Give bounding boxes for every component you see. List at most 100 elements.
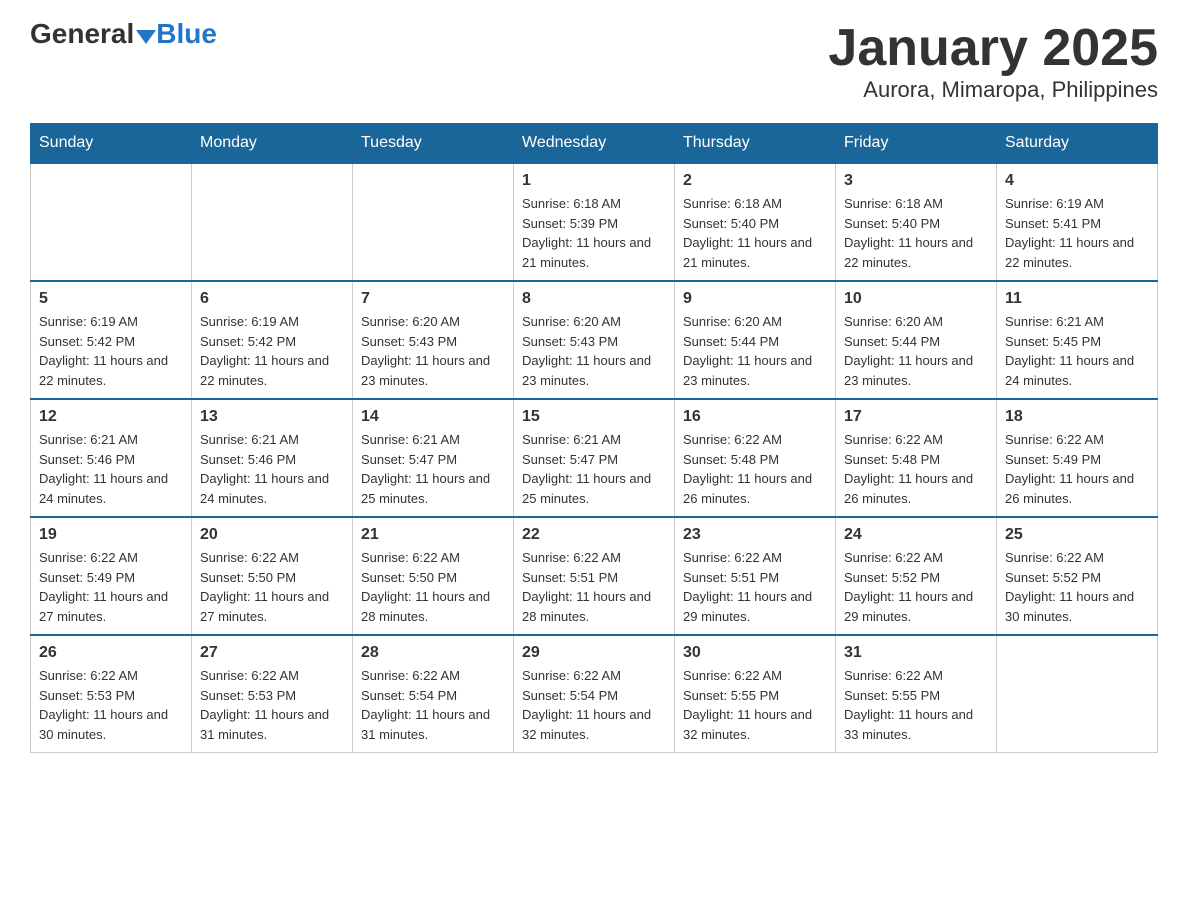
calendar-cell [997,635,1158,753]
day-info: Sunrise: 6:22 AMSunset: 5:55 PMDaylight:… [683,668,812,742]
calendar-cell: 23 Sunrise: 6:22 AMSunset: 5:51 PMDaylig… [675,517,836,635]
calendar-cell: 11 Sunrise: 6:21 AMSunset: 5:45 PMDaylig… [997,281,1158,399]
calendar-table: Sunday Monday Tuesday Wednesday Thursday… [30,123,1158,753]
day-number: 12 [39,408,183,426]
day-number: 5 [39,290,183,308]
day-info: Sunrise: 6:21 AMSunset: 5:47 PMDaylight:… [361,432,490,506]
day-info: Sunrise: 6:20 AMSunset: 5:44 PMDaylight:… [683,314,812,388]
day-number: 25 [1005,526,1149,544]
day-info: Sunrise: 6:22 AMSunset: 5:53 PMDaylight:… [39,668,168,742]
calendar-cell: 15 Sunrise: 6:21 AMSunset: 5:47 PMDaylig… [514,399,675,517]
calendar-cell: 26 Sunrise: 6:22 AMSunset: 5:53 PMDaylig… [31,635,192,753]
calendar-body: 1 Sunrise: 6:18 AMSunset: 5:39 PMDayligh… [31,163,1158,753]
day-number: 22 [522,526,666,544]
day-number: 21 [361,526,505,544]
logo-general-text: General [30,20,134,48]
calendar-cell: 30 Sunrise: 6:22 AMSunset: 5:55 PMDaylig… [675,635,836,753]
day-number: 7 [361,290,505,308]
calendar-cell: 10 Sunrise: 6:20 AMSunset: 5:44 PMDaylig… [836,281,997,399]
day-info: Sunrise: 6:22 AMSunset: 5:48 PMDaylight:… [683,432,812,506]
calendar-cell: 16 Sunrise: 6:22 AMSunset: 5:48 PMDaylig… [675,399,836,517]
calendar-subtitle: Aurora, Mimaropa, Philippines [828,77,1158,103]
day-info: Sunrise: 6:22 AMSunset: 5:51 PMDaylight:… [683,550,812,624]
calendar-cell: 28 Sunrise: 6:22 AMSunset: 5:54 PMDaylig… [353,635,514,753]
day-number: 26 [39,644,183,662]
day-info: Sunrise: 6:22 AMSunset: 5:55 PMDaylight:… [844,668,973,742]
day-info: Sunrise: 6:22 AMSunset: 5:52 PMDaylight:… [844,550,973,624]
day-info: Sunrise: 6:19 AMSunset: 5:42 PMDaylight:… [200,314,329,388]
day-number: 18 [1005,408,1149,426]
day-info: Sunrise: 6:22 AMSunset: 5:50 PMDaylight:… [361,550,490,624]
calendar-title: January 2025 [828,20,1158,77]
day-number: 11 [1005,290,1149,308]
header-thursday: Thursday [675,124,836,164]
day-info: Sunrise: 6:22 AMSunset: 5:51 PMDaylight:… [522,550,651,624]
calendar-cell [353,163,514,281]
header-row: Sunday Monday Tuesday Wednesday Thursday… [31,124,1158,164]
day-info: Sunrise: 6:18 AMSunset: 5:40 PMDaylight:… [683,196,812,270]
day-info: Sunrise: 6:21 AMSunset: 5:46 PMDaylight:… [200,432,329,506]
calendar-cell: 6 Sunrise: 6:19 AMSunset: 5:42 PMDayligh… [192,281,353,399]
calendar-week-3: 12 Sunrise: 6:21 AMSunset: 5:46 PMDaylig… [31,399,1158,517]
day-number: 15 [522,408,666,426]
day-number: 6 [200,290,344,308]
calendar-cell: 25 Sunrise: 6:22 AMSunset: 5:52 PMDaylig… [997,517,1158,635]
day-info: Sunrise: 6:22 AMSunset: 5:54 PMDaylight:… [522,668,651,742]
calendar-cell: 24 Sunrise: 6:22 AMSunset: 5:52 PMDaylig… [836,517,997,635]
day-number: 20 [200,526,344,544]
day-number: 24 [844,526,988,544]
header-sunday: Sunday [31,124,192,164]
calendar-cell: 21 Sunrise: 6:22 AMSunset: 5:50 PMDaylig… [353,517,514,635]
day-number: 19 [39,526,183,544]
calendar-cell [31,163,192,281]
calendar-cell: 8 Sunrise: 6:20 AMSunset: 5:43 PMDayligh… [514,281,675,399]
day-number: 31 [844,644,988,662]
header-friday: Friday [836,124,997,164]
day-number: 13 [200,408,344,426]
calendar-week-4: 19 Sunrise: 6:22 AMSunset: 5:49 PMDaylig… [31,517,1158,635]
day-number: 10 [844,290,988,308]
calendar-cell: 18 Sunrise: 6:22 AMSunset: 5:49 PMDaylig… [997,399,1158,517]
calendar-cell: 22 Sunrise: 6:22 AMSunset: 5:51 PMDaylig… [514,517,675,635]
day-number: 30 [683,644,827,662]
day-number: 16 [683,408,827,426]
header-monday: Monday [192,124,353,164]
day-info: Sunrise: 6:22 AMSunset: 5:50 PMDaylight:… [200,550,329,624]
day-info: Sunrise: 6:20 AMSunset: 5:44 PMDaylight:… [844,314,973,388]
calendar-cell [192,163,353,281]
calendar-cell: 9 Sunrise: 6:20 AMSunset: 5:44 PMDayligh… [675,281,836,399]
calendar-cell: 5 Sunrise: 6:19 AMSunset: 5:42 PMDayligh… [31,281,192,399]
day-info: Sunrise: 6:19 AMSunset: 5:42 PMDaylight:… [39,314,168,388]
day-number: 17 [844,408,988,426]
calendar-header: Sunday Monday Tuesday Wednesday Thursday… [31,124,1158,164]
day-info: Sunrise: 6:22 AMSunset: 5:52 PMDaylight:… [1005,550,1134,624]
calendar-cell: 2 Sunrise: 6:18 AMSunset: 5:40 PMDayligh… [675,163,836,281]
day-number: 1 [522,172,666,190]
calendar-cell: 3 Sunrise: 6:18 AMSunset: 5:40 PMDayligh… [836,163,997,281]
day-info: Sunrise: 6:18 AMSunset: 5:40 PMDaylight:… [844,196,973,270]
calendar-cell: 19 Sunrise: 6:22 AMSunset: 5:49 PMDaylig… [31,517,192,635]
calendar-cell: 12 Sunrise: 6:21 AMSunset: 5:46 PMDaylig… [31,399,192,517]
calendar-cell: 1 Sunrise: 6:18 AMSunset: 5:39 PMDayligh… [514,163,675,281]
calendar-cell: 31 Sunrise: 6:22 AMSunset: 5:55 PMDaylig… [836,635,997,753]
day-info: Sunrise: 6:21 AMSunset: 5:47 PMDaylight:… [522,432,651,506]
calendar-cell: 13 Sunrise: 6:21 AMSunset: 5:46 PMDaylig… [192,399,353,517]
day-number: 2 [683,172,827,190]
calendar-cell: 29 Sunrise: 6:22 AMSunset: 5:54 PMDaylig… [514,635,675,753]
calendar-cell: 20 Sunrise: 6:22 AMSunset: 5:50 PMDaylig… [192,517,353,635]
day-number: 27 [200,644,344,662]
day-info: Sunrise: 6:22 AMSunset: 5:53 PMDaylight:… [200,668,329,742]
calendar-week-1: 1 Sunrise: 6:18 AMSunset: 5:39 PMDayligh… [31,163,1158,281]
calendar-cell: 4 Sunrise: 6:19 AMSunset: 5:41 PMDayligh… [997,163,1158,281]
day-number: 14 [361,408,505,426]
day-number: 23 [683,526,827,544]
calendar-week-2: 5 Sunrise: 6:19 AMSunset: 5:42 PMDayligh… [31,281,1158,399]
calendar-cell: 17 Sunrise: 6:22 AMSunset: 5:48 PMDaylig… [836,399,997,517]
logo: General Blue [30,20,217,48]
day-info: Sunrise: 6:18 AMSunset: 5:39 PMDaylight:… [522,196,651,270]
header-saturday: Saturday [997,124,1158,164]
day-info: Sunrise: 6:20 AMSunset: 5:43 PMDaylight:… [361,314,490,388]
day-info: Sunrise: 6:21 AMSunset: 5:45 PMDaylight:… [1005,314,1134,388]
day-info: Sunrise: 6:22 AMSunset: 5:49 PMDaylight:… [1005,432,1134,506]
day-number: 3 [844,172,988,190]
